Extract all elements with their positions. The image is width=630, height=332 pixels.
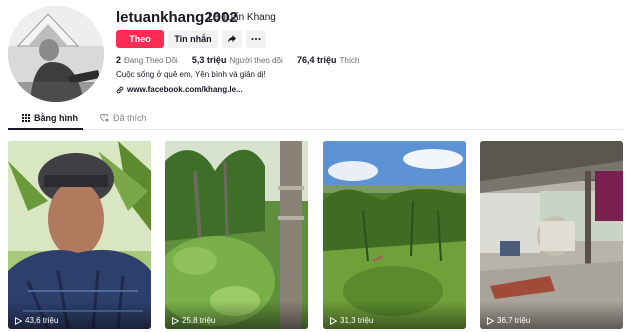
tab-liked-label: Đã thích bbox=[113, 113, 147, 123]
following-stat[interactable]: 2 Đang Theo Dõi bbox=[116, 55, 178, 65]
video-card[interactable]: 25,8 triệu bbox=[165, 141, 308, 329]
play-icon bbox=[172, 316, 179, 325]
view-count: 43,6 triệu bbox=[15, 316, 58, 325]
followers-stat[interactable]: 5,3 triệu Người theo dõi bbox=[191, 55, 283, 65]
video-card[interactable]: 43,6 triệu bbox=[8, 141, 151, 329]
view-count: 36,7 triệu bbox=[487, 316, 530, 325]
more-dots-icon bbox=[251, 38, 261, 40]
view-count: 25,8 triệu bbox=[172, 316, 215, 325]
heart-lock-icon bbox=[100, 114, 109, 122]
link-icon bbox=[116, 86, 124, 93]
profile-link[interactable]: www.facebook.com/khang.le... bbox=[116, 85, 243, 94]
video-card[interactable]: 36,7 triệu bbox=[480, 141, 623, 329]
profile-nickname: Lê Tuấn Khang bbox=[208, 12, 276, 23]
follow-button[interactable]: Theo bbox=[116, 30, 164, 48]
profile-bio: Cuộc sống ở quê em, Yên bình và giản dị! bbox=[116, 70, 266, 79]
play-icon bbox=[487, 316, 494, 325]
profile-link-text: www.facebook.com/khang.le... bbox=[127, 85, 243, 94]
message-button[interactable]: Tin nhắn bbox=[168, 30, 218, 48]
likes-count: 76,4 triệu bbox=[296, 55, 337, 65]
avatar-image bbox=[8, 6, 104, 102]
more-options-button[interactable] bbox=[246, 30, 266, 48]
profile-stats: 2 Đang Theo Dõi 5,3 triệu Người theo dõi 7… bbox=[116, 55, 372, 65]
followers-count: 5,3 triệu bbox=[191, 55, 227, 65]
play-icon bbox=[15, 316, 22, 325]
tab-videos-label: Bằng hình bbox=[34, 113, 78, 123]
likes-label: Thích bbox=[339, 56, 360, 65]
share-icon bbox=[228, 35, 236, 43]
view-count-text: 25,8 triệu bbox=[182, 316, 216, 325]
active-tab-indicator bbox=[8, 128, 83, 130]
share-button[interactable] bbox=[222, 30, 242, 48]
grid-icon bbox=[22, 114, 30, 122]
following-count: 2 bbox=[116, 55, 122, 65]
following-label: Đang Theo Dõi bbox=[124, 56, 178, 65]
view-count-text: 31,3 triệu bbox=[340, 316, 374, 325]
profile-tabs: Bằng hình Đã thích bbox=[8, 110, 622, 130]
play-icon bbox=[330, 316, 337, 325]
view-count: 31,3 triệu bbox=[330, 316, 373, 325]
video-grid: 43,6 triệu 25,8 triệu 31,3 triệu 36,7 tr… bbox=[8, 141, 623, 329]
likes-stat: 76,4 triệu Thích bbox=[296, 55, 360, 65]
tab-liked[interactable]: Đã thích bbox=[100, 113, 147, 123]
view-count-text: 43,6 triệu bbox=[25, 316, 59, 325]
profile-avatar bbox=[8, 6, 104, 102]
view-count-text: 36,7 triệu bbox=[497, 316, 531, 325]
video-card[interactable]: 31,3 triệu bbox=[323, 141, 466, 329]
followers-label: Người theo dõi bbox=[229, 56, 283, 65]
tab-videos[interactable]: Bằng hình bbox=[22, 113, 78, 123]
